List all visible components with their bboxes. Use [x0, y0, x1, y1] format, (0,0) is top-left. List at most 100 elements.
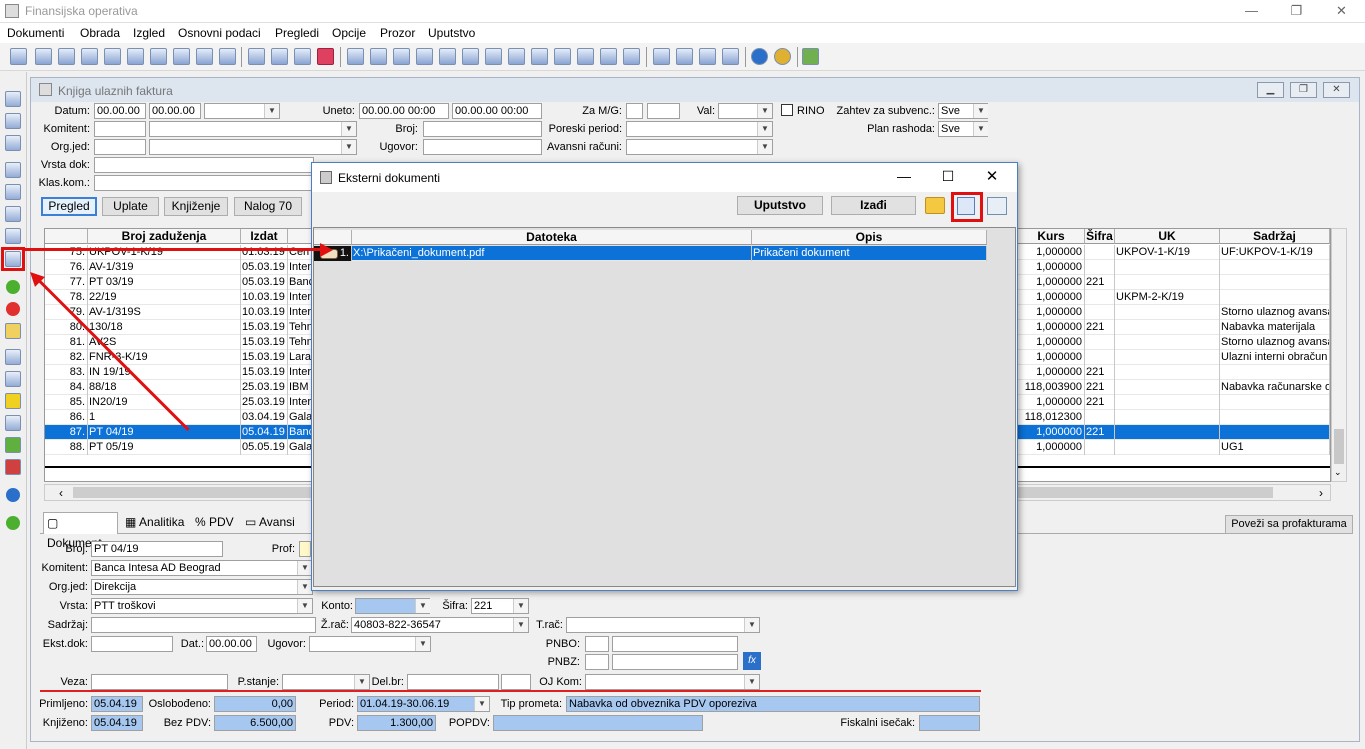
orgjed-detail-select[interactable]: Direkcija	[91, 579, 313, 595]
print-preview-icon[interactable]	[5, 184, 21, 200]
ojkom-select[interactable]: ▼	[585, 674, 760, 690]
mdi-minimize-icon[interactable]: ▁	[1257, 82, 1284, 98]
edit-icon[interactable]	[5, 323, 21, 339]
chevron-down-icon[interactable]: ▼	[297, 580, 312, 594]
col-kurs-header[interactable]: Kurs	[1018, 229, 1085, 244]
povezi-button[interactable]: Poveži sa profakturama	[1225, 515, 1353, 534]
copy-icon[interactable]	[5, 135, 21, 151]
toolbar-doc2-icon[interactable]	[58, 48, 75, 65]
komitent-code-input[interactable]	[94, 121, 146, 137]
scroll-thumb[interactable]	[1334, 429, 1344, 464]
tools-icon[interactable]	[5, 206, 21, 222]
chevron-down-icon[interactable]: ▼	[297, 561, 312, 575]
toolbar-doc8-icon[interactable]	[196, 48, 213, 65]
dat-input[interactable]: 00.00.00	[206, 636, 257, 652]
uputstvo-button[interactable]: Uputstvo	[737, 196, 823, 215]
grid-vscroll[interactable]: ⌄	[1331, 228, 1347, 482]
toolbar-doc9-icon[interactable]	[219, 48, 236, 65]
link-icon[interactable]	[5, 228, 21, 244]
dialog-row-datoteka[interactable]: X:\Prikačeni_dokument.pdf	[352, 246, 752, 261]
open-folder-icon[interactable]	[925, 197, 945, 214]
expand-icon[interactable]	[5, 415, 21, 431]
pnbz-input-2[interactable]	[612, 654, 738, 670]
nalog70-button[interactable]: Nalog 70	[234, 197, 302, 216]
restore-icon[interactable]: ❐	[1274, 0, 1319, 23]
sadrzaj-input[interactable]	[91, 617, 316, 633]
chevron-down-icon[interactable]: ▼	[973, 122, 988, 136]
toolbar-doc4-icon[interactable]	[104, 48, 121, 65]
poreski-select[interactable]: ▼	[626, 121, 773, 137]
uneto-to-input[interactable]: 00.00.00 00:00	[452, 103, 542, 119]
mdi-close-icon[interactable]: ✕	[1323, 82, 1350, 98]
tab-pdv[interactable]: % PDV	[192, 512, 242, 534]
menu-uputstvo[interactable]: Uputstvo	[428, 26, 475, 40]
help-icon[interactable]	[751, 48, 768, 65]
ugovor-filter-input[interactable]	[423, 139, 542, 155]
pregled-button[interactable]: Pregled	[41, 197, 97, 216]
pnbz-input-1[interactable]	[585, 654, 609, 670]
datum-to-input[interactable]: 00.00.00	[149, 103, 201, 119]
zrac-select[interactable]: 40803-822-36547	[351, 617, 529, 633]
chevron-left-icon[interactable]: ‹	[59, 486, 63, 500]
chevron-down-icon[interactable]: ▼	[415, 637, 430, 651]
toolbar-heart-icon[interactable]	[317, 48, 334, 65]
toolbar-doc7-icon[interactable]	[173, 48, 190, 65]
komitent-select[interactable]: ▼	[149, 121, 357, 137]
toolbar-calc4-icon[interactable]	[416, 48, 433, 65]
toolbar-report2-icon[interactable]	[271, 48, 288, 65]
toolbar-report1-icon[interactable]	[248, 48, 265, 65]
chevron-down-icon[interactable]: ⌄	[1334, 467, 1342, 478]
broj-input[interactable]: PT 04/19	[91, 541, 223, 557]
chevron-down-icon[interactable]: ▼	[744, 618, 759, 632]
minimize-icon[interactable]: —	[1229, 0, 1274, 23]
info-icon[interactable]	[6, 488, 20, 502]
chevron-down-icon[interactable]: ▼	[415, 599, 430, 613]
settings-icon[interactable]	[774, 48, 791, 65]
tab-dokument[interactable]: ▢ Dokument	[43, 512, 118, 550]
chevron-down-icon[interactable]: ▼	[297, 599, 312, 613]
datum-select[interactable]: ▼	[204, 103, 280, 119]
toolbar-calendar-icon[interactable]	[294, 48, 311, 65]
col-sifra-header[interactable]: Šifra	[1085, 229, 1115, 244]
pnbo-input-2[interactable]	[612, 636, 738, 652]
pstanje-select[interactable]: ▼	[282, 674, 370, 690]
prof-input[interactable]	[299, 541, 311, 557]
uneto-from-input[interactable]: 00.00.00 00:00	[359, 103, 449, 119]
rino-checkbox[interactable]	[781, 104, 793, 116]
menu-pregledi[interactable]: Pregledi	[275, 26, 319, 40]
knjizenje-button[interactable]: Knjiženje	[164, 197, 228, 216]
chevron-right-icon[interactable]: ›	[1319, 486, 1323, 500]
datum-from-input[interactable]: 00.00.00	[94, 103, 146, 119]
vrsta-select[interactable]: PTT troškovi	[91, 598, 313, 614]
vrstadok-input[interactable]	[94, 157, 314, 173]
chevron-down-icon[interactable]: ▼	[973, 104, 988, 118]
toolbar-calc12-icon[interactable]	[600, 48, 617, 65]
toolbar-calc2-icon[interactable]	[370, 48, 387, 65]
broj-filter-input[interactable]	[423, 121, 542, 137]
export2-icon[interactable]	[5, 459, 21, 475]
close-icon[interactable]: ✕	[1319, 0, 1364, 23]
menu-dokumenti[interactable]: Dokumenti	[7, 26, 64, 40]
toolbar-check2-icon[interactable]	[676, 48, 693, 65]
dialog-row-opis[interactable]: Prikačeni dokument	[752, 246, 987, 261]
dialog-maximize-icon[interactable]: ☐	[930, 168, 966, 185]
save-icon[interactable]	[5, 91, 21, 107]
komitent-detail-select[interactable]: Banca Intesa AD Beograd	[91, 560, 313, 576]
toolbar-doc3-icon[interactable]	[81, 48, 98, 65]
menu-obrada[interactable]: Obrada	[80, 26, 120, 40]
dialog-table-row[interactable]: 1. X:\Prikačeni_dokument.pdf Prikačeni d…	[314, 246, 987, 261]
exit-icon[interactable]	[802, 48, 819, 65]
tab-analitika[interactable]: ▦ Analitika	[122, 512, 192, 534]
chevron-down-icon[interactable]: ▼	[264, 104, 279, 118]
col-sadrzaj-header[interactable]: Sadržaj	[1220, 229, 1330, 244]
delete-icon[interactable]	[6, 302, 20, 316]
dialog-col-opis[interactable]: Opis	[752, 230, 987, 245]
toolbar-calc5-icon[interactable]	[439, 48, 456, 65]
toolbar-calc11-icon[interactable]	[577, 48, 594, 65]
col-uk-header[interactable]: UK	[1115, 229, 1220, 244]
delbr-input-2[interactable]	[501, 674, 531, 690]
toolbar-calc9-icon[interactable]	[531, 48, 548, 65]
chevron-down-icon[interactable]: ▼	[757, 104, 772, 118]
veza-input[interactable]	[91, 674, 228, 690]
zamg-input-2[interactable]	[647, 103, 680, 119]
